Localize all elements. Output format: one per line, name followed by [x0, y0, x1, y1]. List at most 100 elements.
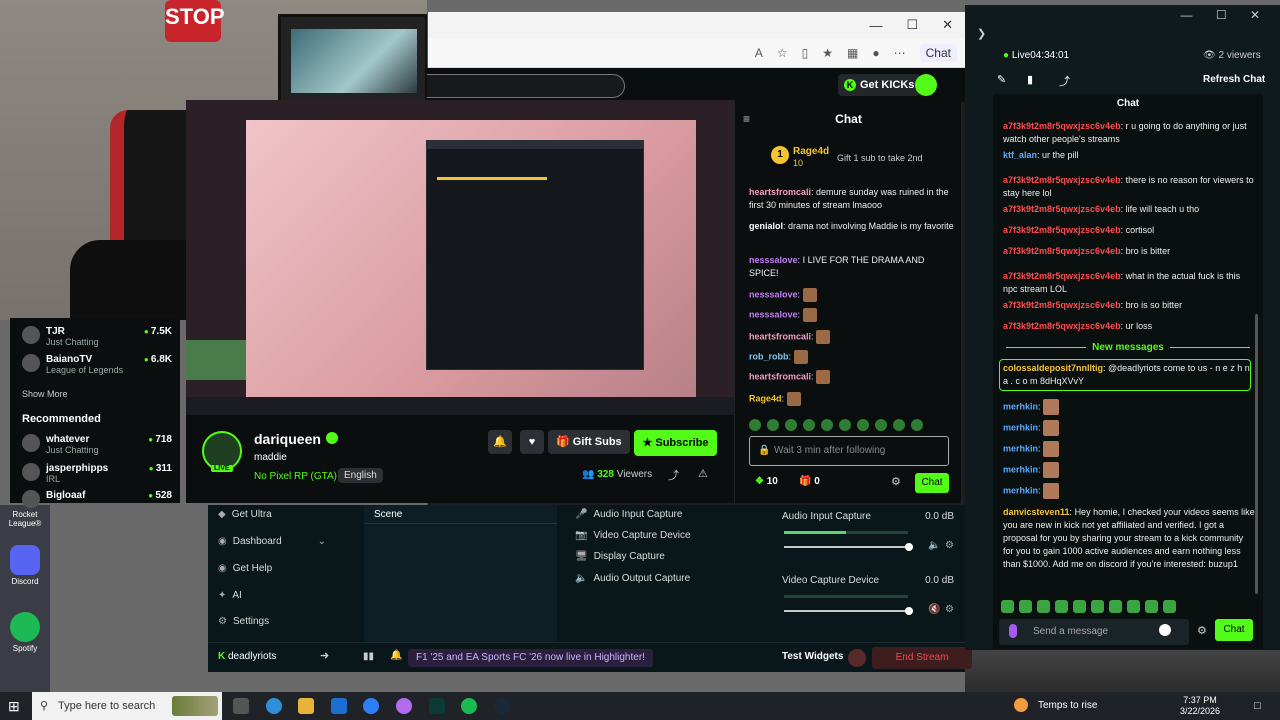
chat-username[interactable]: merhkin: [1003, 464, 1038, 474]
kick-search-input[interactable]: [427, 74, 625, 98]
chat-username[interactable]: danvicsteven11: [1003, 507, 1070, 517]
profile-avatar[interactable]: ●: [872, 46, 879, 60]
chat-username[interactable]: heartsfromcali: [749, 371, 811, 381]
highlighter-notification[interactable]: F1 '25 and EA Sports FC '26 now live in …: [408, 649, 653, 667]
sidebar-channel[interactable]: jasperphippsIRL 311: [22, 463, 172, 484]
chat-username[interactable]: a7f3k9t2m8r5qwxjzsc6v4eb: [1003, 300, 1121, 310]
edge-icon[interactable]: [266, 698, 282, 714]
chat-username[interactable]: a7f3k9t2m8r5qwxjzsc6v4eb: [1003, 271, 1121, 281]
source-item[interactable]: 🖥 Display Capture: [575, 551, 665, 562]
chat-username[interactable]: a7f3k9t2m8r5qwxjzsc6v4eb: [1003, 175, 1121, 185]
source-item[interactable]: 📷 Video Capture Device: [575, 530, 691, 541]
gift-count[interactable]: 🎁 0: [799, 476, 820, 487]
emote-icon[interactable]: [839, 419, 851, 431]
chat-username[interactable]: nesssalove: [749, 309, 798, 319]
stream-language-tag[interactable]: English: [338, 468, 383, 483]
emote-icon[interactable]: [803, 419, 815, 431]
nav-get-help[interactable]: ◉ Get Help: [218, 563, 272, 574]
chat-scrollbar[interactable]: [1255, 314, 1258, 594]
stream-category[interactable]: No Pixel RP (GTA): [254, 471, 337, 482]
copilot-icon[interactable]: [396, 698, 412, 714]
emote-icon[interactable]: [1055, 600, 1068, 613]
task-view-icon[interactable]: [233, 698, 249, 714]
streamlabs-username[interactable]: deadlyriots: [218, 651, 276, 662]
stream-video[interactable]: [186, 100, 734, 415]
taskbar-search-input[interactable]: ⚲ Type here to search: [32, 692, 222, 720]
gift-leaderboard[interactable]: 1 Rage4d 10 Gift 1 sub to take 2nd: [771, 146, 961, 174]
mute-icon[interactable]: 🔈: [928, 540, 940, 551]
emote-icon[interactable]: [857, 419, 869, 431]
chat-username[interactable]: Rage4d: [749, 393, 782, 403]
emote-icon[interactable]: [1109, 600, 1122, 613]
emote-icon[interactable]: [767, 419, 779, 431]
emote-icon[interactable]: [1127, 600, 1140, 613]
edit-icon[interactable]: ✎: [997, 73, 1006, 86]
sidebar-channel[interactable]: BaianoTVLeague of Legends 6.8K: [22, 354, 172, 375]
get-kicks-button[interactable]: K Get KICKs: [838, 74, 921, 96]
mixer-volume-slider[interactable]: [784, 546, 908, 548]
chat-username[interactable]: rob_robb: [749, 351, 789, 361]
extensions-icon[interactable]: ▯: [802, 46, 809, 60]
chat-username[interactable]: colossaldeposit7nnlltig: [1003, 363, 1103, 373]
chat-username[interactable]: a7f3k9t2m8r5qwxjzsc6v4eb: [1003, 121, 1121, 131]
nav-settings[interactable]: ⚙ Settings: [218, 616, 269, 627]
emote-icon[interactable]: [1163, 600, 1176, 613]
desktop-icon-discord[interactable]: Discord: [5, 545, 45, 586]
mute-icon[interactable]: 🔇: [928, 604, 940, 615]
chat-username[interactable]: ktf_alan: [1003, 150, 1037, 160]
kick-chat-input[interactable]: 🔒 Wait 3 min after following: [749, 436, 949, 466]
emote-icon[interactable]: [1091, 600, 1104, 613]
emote-icon[interactable]: [911, 419, 923, 431]
scene-header[interactable]: Scene: [374, 509, 402, 520]
minimize-icon[interactable]: —: [869, 18, 882, 33]
notification-icon[interactable]: 🔔: [390, 650, 402, 661]
favorites-icon[interactable]: ★: [822, 46, 833, 60]
streamer-name[interactable]: dariqueen: [254, 431, 321, 447]
emote-icon[interactable]: [893, 419, 905, 431]
chat-settings-icon[interactable]: ⚙: [1197, 624, 1207, 637]
desktop-icon-spotify[interactable]: Spotify: [5, 612, 45, 653]
chat-settings-icon[interactable]: ⚙: [891, 475, 901, 488]
show-more-link[interactable]: Show More: [22, 389, 68, 399]
source-item[interactable]: 🎤 Audio Input Capture: [575, 509, 682, 520]
chat-username[interactable]: heartsfromcali: [749, 331, 811, 341]
kick-send-chat-button[interactable]: Chat: [915, 473, 949, 493]
nav-get-ultra[interactable]: ◆ Get Ultra: [218, 509, 272, 520]
store-icon[interactable]: [331, 698, 347, 714]
chat-username[interactable]: a7f3k9t2m8r5qwxjzsc6v4eb: [1003, 204, 1121, 214]
emote-icon[interactable]: [785, 419, 797, 431]
new-messages-divider[interactable]: New messages: [993, 342, 1263, 353]
emote-icon[interactable]: [749, 419, 761, 431]
user-avatar[interactable]: [915, 74, 937, 96]
windows-start-icon[interactable]: ⊞: [8, 698, 24, 714]
send-chat-button[interactable]: Chat: [1215, 619, 1253, 641]
performance-icon[interactable]: ▮▮: [363, 651, 374, 662]
nav-ai[interactable]: ✦ AI: [218, 590, 242, 601]
sidebar-channel[interactable]: Bigloaaf 528: [22, 490, 172, 508]
emote-icon[interactable]: [1037, 600, 1050, 613]
share-icon[interactable]: ⤴: [1059, 73, 1070, 89]
subscribe-button[interactable]: ★ Subscribe: [634, 430, 717, 456]
gear-icon[interactable]: ⚙: [945, 540, 954, 551]
test-widgets-button[interactable]: Test Widgets: [782, 651, 843, 662]
maximize-icon[interactable]: ☐: [906, 17, 918, 33]
nav-dashboard[interactable]: ◉ Dashboard ⌄: [218, 536, 326, 547]
end-stream-button[interactable]: End Stream: [872, 647, 972, 669]
chat-username[interactable]: heartsfromcali: [749, 187, 811, 197]
gear-icon[interactable]: ⚙: [945, 604, 954, 615]
chat-username[interactable]: genialol: [749, 221, 783, 231]
chat-username[interactable]: a7f3k9t2m8r5qwxjzsc6v4eb: [1003, 225, 1121, 235]
emote-icon[interactable]: [1145, 600, 1158, 613]
chat-username[interactable]: merhkin: [1003, 401, 1038, 411]
follow-heart-icon[interactable]: ♥: [520, 430, 544, 454]
taskbar-clock[interactable]: 7:37 PM 3/22/2026: [1180, 695, 1220, 717]
sidebar-channel[interactable]: TJRJust Chatting 7.5K: [22, 326, 172, 347]
emote-icon[interactable]: [1001, 600, 1014, 613]
gift-subs-button[interactable]: 🎁 Gift Subs: [548, 430, 630, 454]
emote-icon[interactable]: [821, 419, 833, 431]
spotify-taskbar-icon[interactable]: [461, 698, 477, 714]
streamlabs-icon[interactable]: [429, 698, 445, 714]
chat-username[interactable]: nesssalove: [749, 289, 798, 299]
source-item[interactable]: 🔈 Audio Output Capture: [575, 573, 690, 584]
mic-icon[interactable]: [1009, 624, 1017, 638]
